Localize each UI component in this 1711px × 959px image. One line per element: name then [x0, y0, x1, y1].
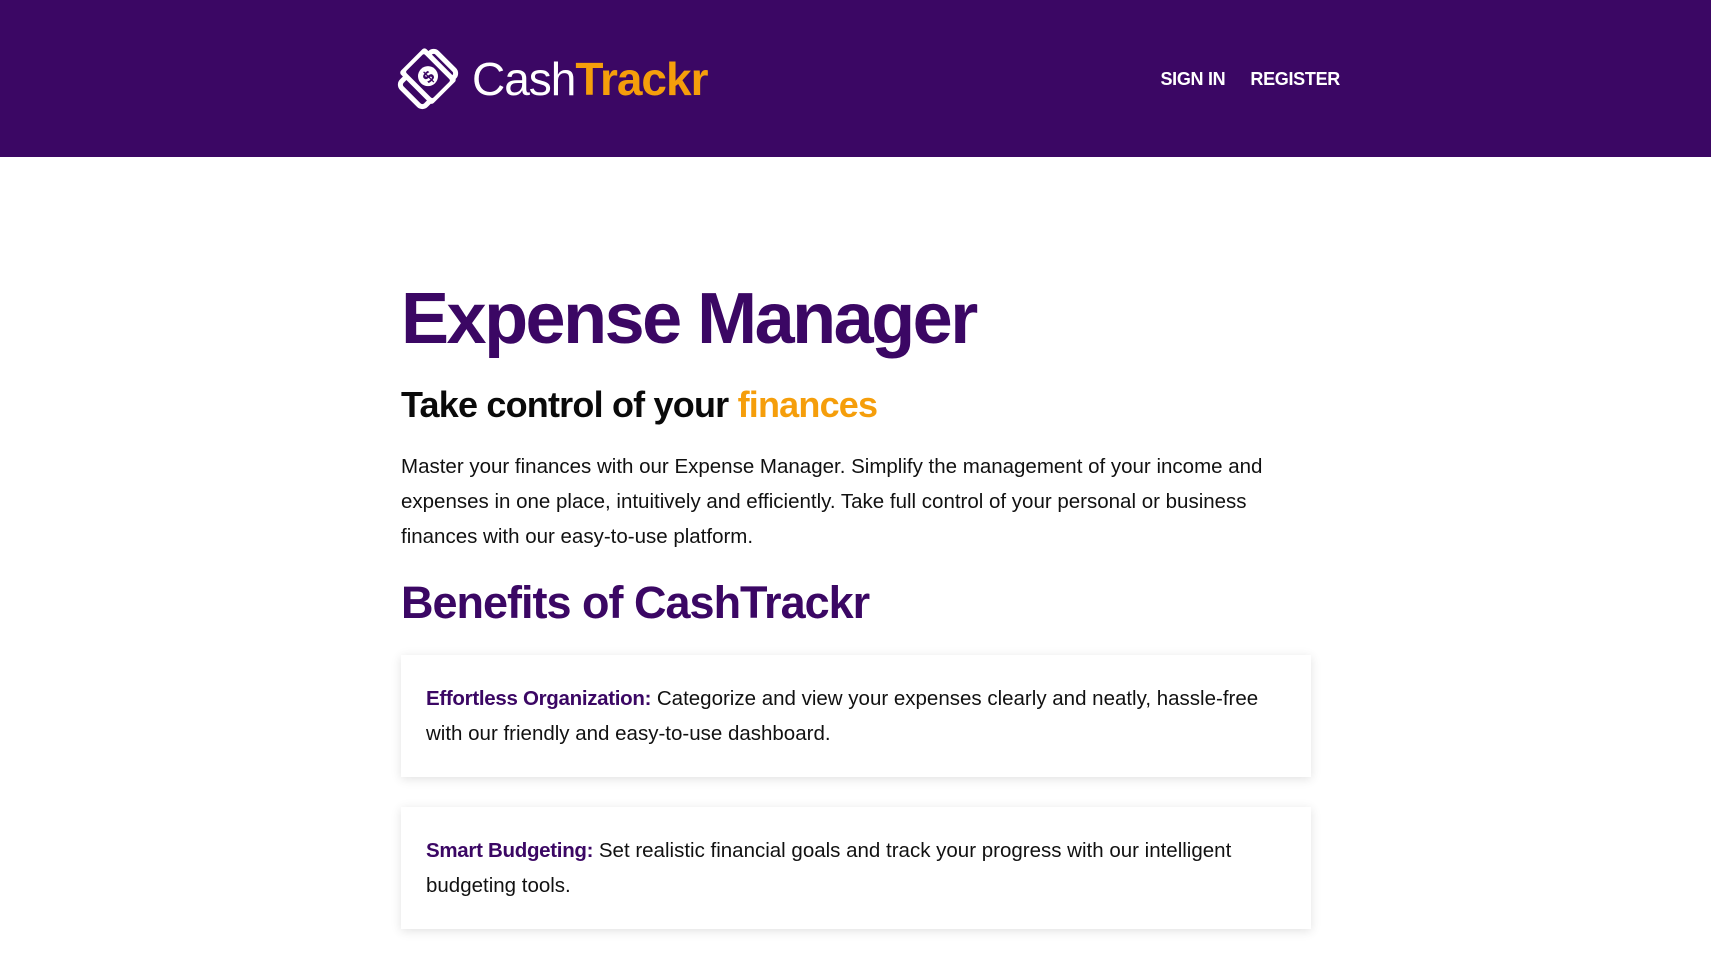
- benefit-card: Effortless Organization: Categorize and …: [401, 655, 1311, 777]
- benefits-title: Benefits of CashTrackr: [401, 577, 870, 628]
- benefit-card: Smart Budgeting: Set realistic financial…: [401, 807, 1311, 929]
- benefit-label: Smart Budgeting:: [426, 839, 594, 862]
- benefits-list: Effortless Organization: Categorize and …: [401, 655, 1311, 929]
- page-subtitle: Take control of your finances: [401, 387, 1311, 423]
- sign-in-link[interactable]: SIGN IN: [1160, 69, 1225, 90]
- register-link[interactable]: REGISTER: [1250, 69, 1340, 90]
- site-header: $ CashTrackr SIGN IN REGISTER: [0, 0, 1711, 157]
- brand-name: CashTrackr: [472, 52, 709, 105]
- brand-name-part2: Trackr: [575, 52, 708, 105]
- header-nav: SIGN IN REGISTER: [1160, 69, 1340, 90]
- benefit-label: Effortless Organization:: [426, 687, 652, 710]
- subtitle-text: Take control of your: [401, 384, 738, 425]
- brand-name-part1: Cash: [472, 52, 576, 105]
- header-inner: $ CashTrackr SIGN IN REGISTER: [390, 0, 1340, 157]
- main-content: Expense Manager Take control of your fin…: [401, 157, 1311, 959]
- intro-paragraph: Master your finances with our Expense Ma…: [401, 455, 1263, 548]
- brand-logo-link[interactable]: $ CashTrackr: [390, 38, 709, 120]
- subtitle-accent: finances: [737, 384, 878, 425]
- page-title: Expense Manager: [401, 279, 978, 359]
- wallet-dollar-icon: $: [397, 47, 459, 109]
